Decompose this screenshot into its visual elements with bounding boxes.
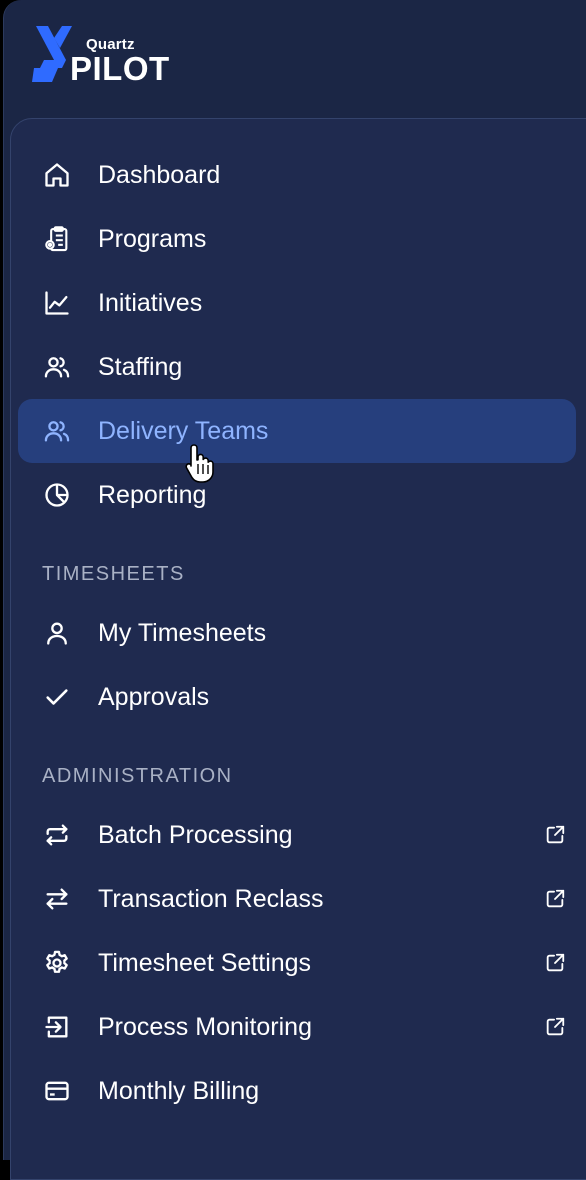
nav-label: Approvals bbox=[98, 683, 210, 711]
nav-label: Batch Processing bbox=[98, 821, 293, 849]
nav-item-monthly-billing[interactable]: Monthly Billing bbox=[18, 1059, 576, 1123]
external-link-icon bbox=[544, 824, 566, 846]
user-icon bbox=[43, 619, 71, 647]
nav-item-dashboard[interactable]: Dashboard bbox=[18, 143, 576, 207]
nav-item-approvals[interactable]: Approvals bbox=[18, 665, 576, 729]
nav-label: Monthly Billing bbox=[98, 1077, 260, 1105]
nav-label: Initiatives bbox=[98, 289, 203, 317]
nav-label: Programs bbox=[98, 225, 207, 253]
nav-item-programs[interactable]: Programs bbox=[18, 207, 576, 271]
users-icon bbox=[43, 353, 71, 381]
hand-pointer-cursor-icon bbox=[184, 442, 218, 484]
nav-item-staffing[interactable]: Staffing bbox=[18, 335, 576, 399]
app-logo[interactable]: Quartz PILOT bbox=[32, 24, 172, 88]
nav-label: Process Monitoring bbox=[98, 1013, 312, 1041]
pie-chart-icon bbox=[43, 481, 71, 509]
sidebar: Quartz PILOT Dashboard Programs Initiati… bbox=[3, 0, 586, 1180]
external-link-icon bbox=[544, 888, 566, 910]
clipboard-gear-icon bbox=[43, 225, 71, 253]
nav-item-reporting[interactable]: Reporting bbox=[18, 463, 576, 527]
check-icon bbox=[43, 683, 71, 711]
home-icon bbox=[43, 161, 71, 189]
nav-item-transaction-reclass[interactable]: Transaction Reclass bbox=[18, 867, 576, 931]
gear-icon bbox=[43, 949, 71, 977]
repeat-icon bbox=[43, 821, 71, 849]
nav-item-batch-processing[interactable]: Batch Processing bbox=[18, 803, 576, 867]
nav-item-my-timesheets[interactable]: My Timesheets bbox=[18, 601, 576, 665]
nav-label: Dashboard bbox=[98, 161, 221, 189]
nav-item-process-monitoring[interactable]: Process Monitoring bbox=[18, 995, 576, 1059]
nav-label: Timesheet Settings bbox=[98, 949, 312, 977]
section-heading-administration: ADMINISTRATION bbox=[42, 765, 233, 787]
section-heading-timesheets: TIMESHEETS bbox=[42, 563, 185, 585]
nav-label: Staffing bbox=[98, 353, 183, 381]
nav-label: Transaction Reclass bbox=[98, 885, 324, 913]
sign-in-icon bbox=[43, 1013, 71, 1041]
external-link-icon bbox=[544, 952, 566, 974]
nav-item-timesheet-settings[interactable]: Timesheet Settings bbox=[18, 931, 576, 995]
users-icon bbox=[43, 417, 71, 445]
nav-item-initiatives[interactable]: Initiatives bbox=[18, 271, 576, 335]
brand-large: PILOT bbox=[70, 50, 170, 87]
credit-card-icon bbox=[43, 1077, 71, 1105]
line-chart-icon bbox=[43, 289, 71, 317]
external-link-icon bbox=[544, 1016, 566, 1038]
swap-arrows-icon bbox=[43, 885, 71, 913]
nav-item-delivery-teams[interactable]: Delivery Teams bbox=[18, 399, 576, 463]
nav-label: My Timesheets bbox=[98, 619, 267, 647]
